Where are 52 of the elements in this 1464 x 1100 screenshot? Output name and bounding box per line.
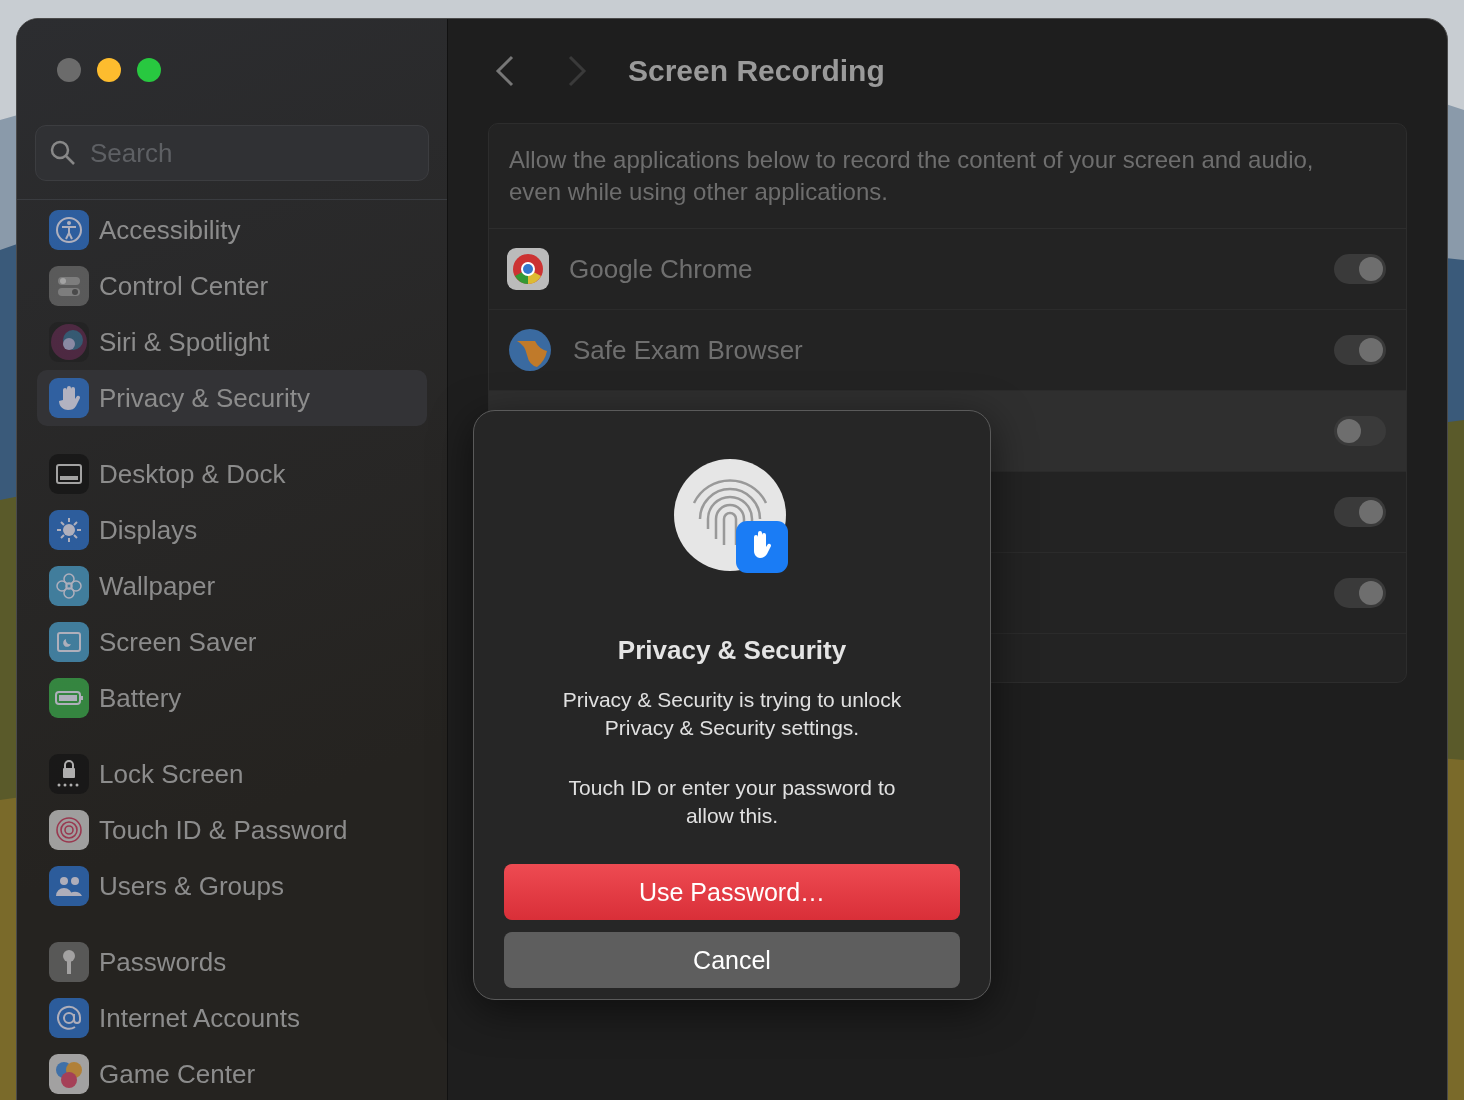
back-icon[interactable] [494,54,516,88]
key-icon [49,942,89,982]
sidebar-item[interactable]: Game Center [37,1046,427,1100]
sun-icon [49,510,89,550]
toggle-switch[interactable] [1334,335,1386,365]
at-sign-icon [49,998,89,1038]
lock-icon [49,754,89,794]
toggle-switch[interactable] [1334,254,1386,284]
dialog-title: Privacy & Security [617,635,847,666]
window-title: Screen Recording [628,54,885,88]
minimize-button[interactable] [97,58,121,82]
battery-icon [49,678,89,718]
cancel-button[interactable]: Cancel [504,932,960,988]
use-password-button[interactable]: Use Password… [504,864,960,920]
users-icon [49,866,89,906]
sidebar-item[interactable]: Users & Groups [37,858,427,914]
toggles-icon [49,266,89,306]
chrome-icon [507,248,549,290]
sidebar-item[interactable]: Desktop & Dock [37,446,427,502]
toggle-switch[interactable] [1334,416,1386,446]
fingerprint-icon [674,459,790,575]
app-name: Safe Exam Browser [573,334,804,366]
dialog-prompt: Touch ID or enter your password to allow this. [567,775,897,829]
description: Allow the applications below to record the content of your screen and audio, even while using other applications. [489,124,1406,229]
sidebar-item[interactable]: Screen Saver [37,614,427,670]
dock-icon [49,454,89,494]
close-button[interactable] [57,58,81,82]
toggle-switch[interactable] [1334,497,1386,527]
screen-saver-icon [49,622,89,662]
sidebar-item[interactable]: Passwords [37,934,427,990]
zoom-button[interactable] [137,58,161,82]
app-row[interactable]: Google Chrome [489,229,1406,310]
flower-icon [49,566,89,606]
sidebar-item[interactable]: Wallpaper [37,558,427,614]
sidebar-item[interactable]: Internet Accounts [37,990,427,1046]
sidebar-item[interactable]: Displays [37,502,427,558]
orb-icon [49,322,89,362]
sidebar-item[interactable]: Privacy & Security [37,370,427,426]
bubbles-icon [49,1054,89,1094]
fingerprint-icon [49,810,89,850]
accessibility-icon [49,210,89,250]
sidebar-item[interactable]: Control Center [37,258,427,314]
hand-icon [49,378,89,418]
globe-icon [507,327,553,373]
sidebar-item[interactable]: Siri & Spotlight [37,314,427,370]
sidebar-item[interactable]: Accessibility [37,202,427,258]
dialog-message: Privacy & Security is trying to unlock Privacy & Security settings. [561,687,903,741]
sidebar-item[interactable]: Lock Screen [37,746,427,802]
app-name: Google Chrome [569,253,754,285]
sidebar-item[interactable]: Touch ID & Password [37,802,427,858]
toggle-switch[interactable] [1334,578,1386,608]
sidebar-item[interactable]: Battery [37,670,427,726]
